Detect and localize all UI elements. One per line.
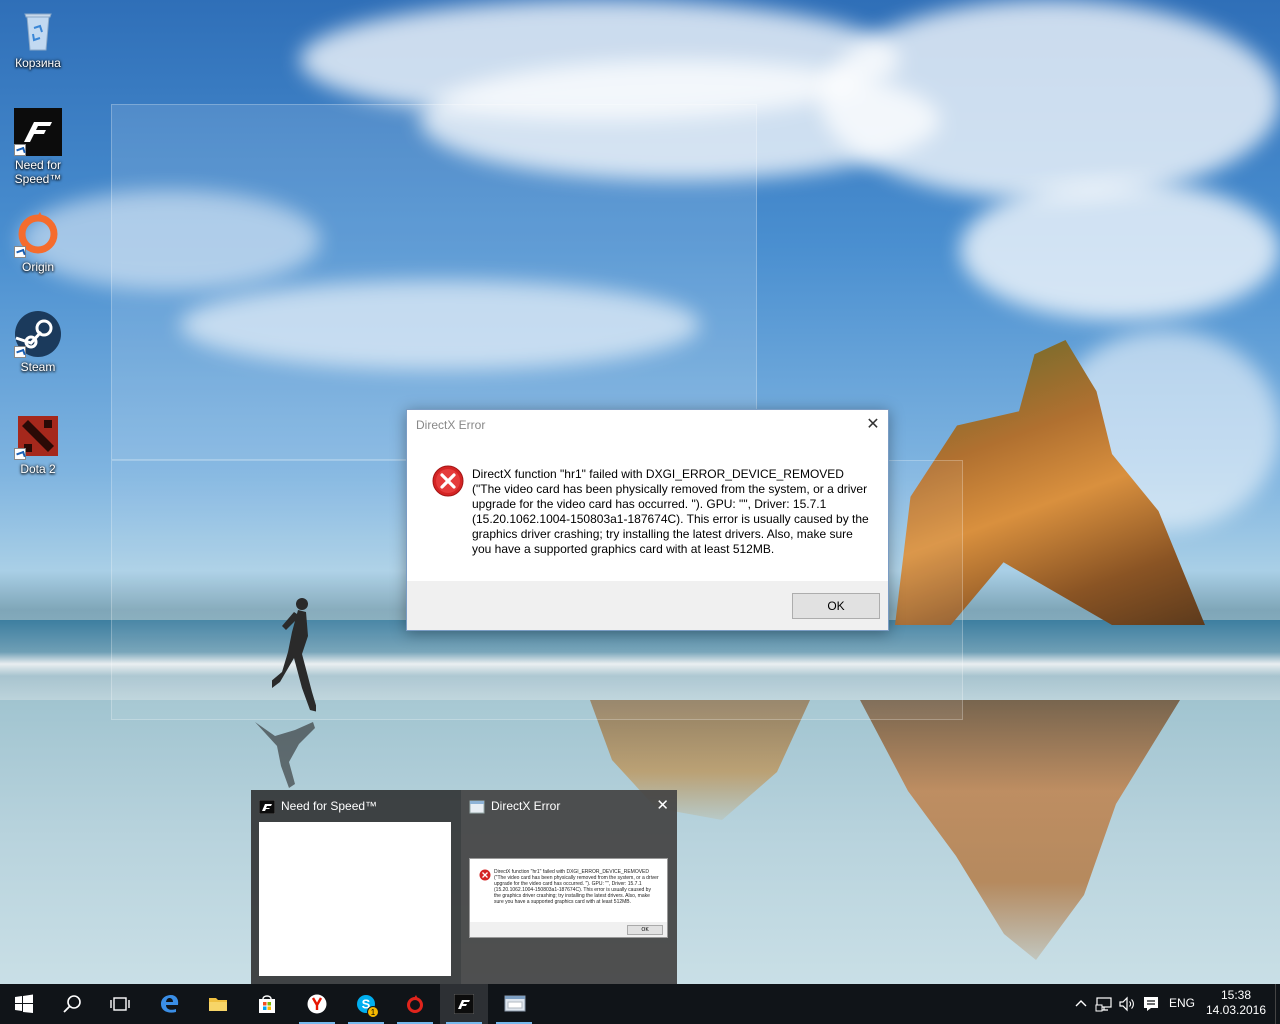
clock-date: 14.03.2016 — [1205, 1003, 1267, 1017]
ok-button[interactable]: OK — [792, 593, 880, 619]
preview-header: Need for Speed™ — [259, 798, 453, 816]
snap-outline — [111, 104, 757, 460]
preview-header: DirectX Error — [469, 798, 669, 816]
origin-icon — [407, 995, 423, 1013]
desktop-icon-label: Origin — [21, 260, 54, 274]
task-view-button[interactable] — [96, 984, 144, 1024]
network-icon[interactable] — [1095, 995, 1113, 1013]
clock[interactable]: 15:38 14.03.2016 — [1204, 988, 1268, 1018]
dialog-footer: OK — [407, 581, 888, 630]
search-button[interactable] — [48, 984, 96, 1024]
preview-title: Need for Speed™ — [281, 799, 378, 813]
wallpaper-cloud — [960, 180, 1280, 320]
edge-icon — [161, 995, 179, 1013]
preview-thumbnail: DirectX function "hr1" failed with DXGI_… — [469, 858, 668, 938]
dialog-title: DirectX Error — [416, 418, 486, 432]
taskbar-file-explorer[interactable] — [194, 984, 242, 1024]
start-button[interactable] — [0, 984, 48, 1024]
desktop-icon-label: Steam — [20, 360, 56, 374]
app-window-icon — [469, 800, 485, 814]
taskbar-app-window[interactable] — [490, 984, 538, 1024]
need-for-speed-icon — [454, 994, 474, 1014]
shortcut-arrow-icon — [14, 144, 26, 156]
taskbar-store[interactable] — [243, 984, 291, 1024]
input-language-indicator[interactable]: ENG — [1169, 996, 1195, 1010]
recycle-bin-icon — [14, 6, 62, 54]
skype-badge-count: 1 — [371, 1008, 376, 1017]
wallpaper-cloud — [820, 0, 1280, 200]
preview-mini-ok: OK — [627, 925, 663, 935]
show-hidden-icons-chevron-up-icon[interactable] — [1072, 995, 1090, 1013]
desktop-icon-need-for-speed[interactable]: Need for Speed™ — [6, 108, 70, 186]
desktop-icon-steam[interactable]: Steam — [6, 310, 70, 374]
preview-close-button[interactable]: ✕ — [656, 796, 669, 814]
show-desktop-button[interactable] — [1275, 984, 1280, 1024]
dota2-icon — [14, 412, 62, 460]
wallpaper-runner-reflection — [255, 722, 315, 788]
taskbar-edge[interactable] — [146, 984, 194, 1024]
taskbar-yandex-browser[interactable] — [293, 984, 341, 1024]
windows-start-icon — [15, 994, 33, 1013]
directx-error-dialog[interactable]: DirectX Error ✕ DirectX function "hr1" f… — [406, 409, 889, 631]
taskbar-thumbnail-preview: Need for Speed™ DirectX Error ✕ DirectX … — [251, 790, 677, 984]
taskbar: S 1 ENG 15:38 14.03.2016 — [0, 984, 1280, 1024]
preview-item-need-for-speed[interactable]: Need for Speed™ — [251, 790, 461, 984]
desktop-icon-label: Need for Speed™ — [14, 158, 62, 186]
taskbar-origin[interactable] — [391, 984, 439, 1024]
volume-icon[interactable] — [1118, 995, 1136, 1013]
desktop-icon-recycle-bin[interactable]: Корзина — [6, 6, 70, 70]
clock-time: 15:38 — [1220, 988, 1252, 1002]
desktop-icon-label: Dota 2 — [20, 462, 56, 476]
preview-title: DirectX Error — [491, 799, 561, 813]
app-window-icon — [504, 995, 526, 1012]
search-icon — [63, 995, 81, 1013]
taskbar-skype[interactable]: S 1 — [342, 984, 390, 1024]
yandex-browser-icon — [307, 994, 327, 1014]
wallpaper-reflection — [860, 700, 1180, 960]
steam-icon — [14, 310, 62, 358]
preview-item-directx-error[interactable]: DirectX Error ✕ DirectX function "hr1" f… — [461, 790, 677, 984]
dialog-close-button[interactable]: ✕ — [858, 410, 888, 438]
shortcut-arrow-icon — [14, 346, 26, 358]
desktop-icon-dota2[interactable]: Dota 2 — [6, 412, 70, 476]
file-explorer-icon — [209, 998, 227, 1011]
desktop-icon-label: Корзина — [15, 56, 61, 70]
taskbar-need-for-speed[interactable] — [440, 984, 488, 1024]
task-view-icon — [110, 997, 130, 1011]
preview-thumbnail — [259, 822, 451, 976]
system-tray — [1068, 984, 1168, 1024]
store-icon — [259, 995, 275, 1013]
skype-icon: S 1 — [357, 995, 379, 1018]
error-icon — [432, 465, 464, 497]
origin-icon — [14, 210, 62, 258]
desktop-icon-origin[interactable]: Origin — [6, 210, 70, 274]
shortcut-arrow-icon — [14, 448, 26, 460]
error-icon — [479, 869, 491, 881]
preview-mini-message: DirectX function "hr1" failed with DXGI_… — [494, 869, 659, 905]
action-center-icon[interactable] — [1142, 995, 1160, 1013]
preview-mini-footer: OK — [470, 922, 667, 937]
shortcut-arrow-icon — [14, 246, 26, 258]
dialog-message: DirectX function "hr1" failed with DXGI_… — [472, 467, 869, 556]
need-for-speed-icon — [14, 108, 62, 156]
need-for-speed-icon — [259, 799, 275, 814]
